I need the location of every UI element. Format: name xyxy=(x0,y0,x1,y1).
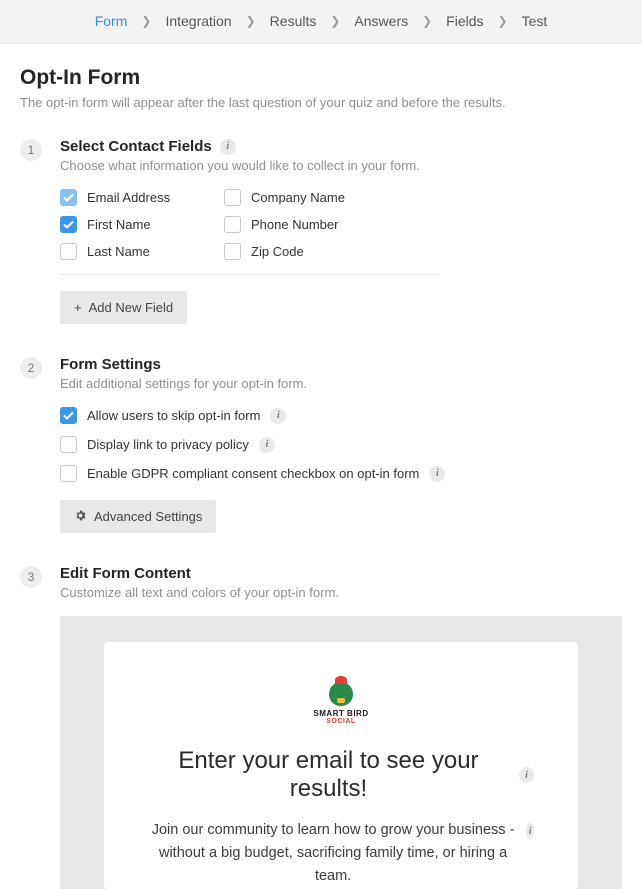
step-number: 2 xyxy=(20,357,42,379)
info-icon[interactable]: i xyxy=(526,823,534,839)
preview-subheading[interactable]: Join our community to learn how to grow … xyxy=(148,819,518,889)
logo-image xyxy=(329,682,353,706)
section-title: Select Contact Fields i xyxy=(60,138,622,155)
field-first-name[interactable]: First Name xyxy=(60,216,224,233)
field-email[interactable]: Email Address xyxy=(60,189,224,206)
chevron-right-icon: ❯ xyxy=(422,14,432,28)
nav-fields[interactable]: Fields xyxy=(446,13,483,29)
brand-logo: SMART BIRD SOCIAL xyxy=(148,682,534,725)
field-label: Company Name xyxy=(251,190,345,205)
button-label: Add New Field xyxy=(89,300,174,315)
form-preview: SMART BIRD SOCIAL Enter your email to se… xyxy=(60,616,622,889)
field-company[interactable]: Company Name xyxy=(224,189,388,206)
step-number: 3 xyxy=(20,566,42,588)
info-icon[interactable]: i xyxy=(270,408,286,424)
chevron-right-icon: ❯ xyxy=(498,14,508,28)
field-label: Email Address xyxy=(87,190,170,205)
section-form-settings: 2 Form Settings Edit additional settings… xyxy=(20,356,622,533)
chevron-right-icon: ❯ xyxy=(330,14,340,28)
logo-text: SMART BIRD xyxy=(313,709,368,718)
chevron-right-icon: ❯ xyxy=(141,14,151,28)
info-icon[interactable]: i xyxy=(429,466,445,482)
section-title-text: Edit Form Content xyxy=(60,565,191,582)
field-label: Last Name xyxy=(87,244,150,259)
plus-icon: + xyxy=(74,301,82,314)
divider xyxy=(60,274,440,275)
nav-form[interactable]: Form xyxy=(95,13,128,29)
checkbox[interactable] xyxy=(224,243,241,260)
section-title: Edit Form Content xyxy=(60,565,622,582)
preview-heading[interactable]: Enter your email to see your results! xyxy=(148,747,509,803)
checkbox[interactable] xyxy=(224,189,241,206)
field-label: Phone Number xyxy=(251,217,338,232)
gear-icon xyxy=(74,509,87,524)
section-desc: Choose what information you would like t… xyxy=(60,158,622,173)
page-title: Opt-In Form xyxy=(20,66,622,90)
field-last-name[interactable]: Last Name xyxy=(60,243,224,260)
checkbox[interactable] xyxy=(60,189,77,206)
advanced-settings-button[interactable]: Advanced Settings xyxy=(60,500,216,533)
section-title-text: Form Settings xyxy=(60,356,161,373)
checkbox[interactable] xyxy=(60,436,77,453)
field-zip[interactable]: Zip Code xyxy=(224,243,388,260)
option-label: Allow users to skip opt-in form xyxy=(87,408,260,423)
info-icon[interactable]: i xyxy=(220,139,236,155)
section-edit-content: 3 Edit Form Content Customize all text a… xyxy=(20,565,622,889)
section-title-text: Select Contact Fields xyxy=(60,138,212,155)
top-nav: Form ❯ Integration ❯ Results ❯ Answers ❯… xyxy=(0,0,642,44)
option-gdpr[interactable]: Enable GDPR compliant consent checkbox o… xyxy=(60,465,622,482)
option-privacy-link[interactable]: Display link to privacy policy i xyxy=(60,436,622,453)
info-icon[interactable]: i xyxy=(259,437,275,453)
checkbox[interactable] xyxy=(60,243,77,260)
preview-card: SMART BIRD SOCIAL Enter your email to se… xyxy=(104,642,578,889)
checkbox[interactable] xyxy=(60,465,77,482)
nav-results[interactable]: Results xyxy=(270,13,317,29)
field-label: Zip Code xyxy=(251,244,304,259)
option-allow-skip[interactable]: Allow users to skip opt-in form i xyxy=(60,407,622,424)
section-title: Form Settings xyxy=(60,356,622,373)
nav-integration[interactable]: Integration xyxy=(165,13,231,29)
step-number: 1 xyxy=(20,139,42,161)
page-desc: The opt-in form will appear after the la… xyxy=(20,95,622,110)
field-phone[interactable]: Phone Number xyxy=(224,216,388,233)
button-label: Advanced Settings xyxy=(94,509,202,524)
option-label: Display link to privacy policy xyxy=(87,437,249,452)
section-desc: Customize all text and colors of your op… xyxy=(60,585,622,600)
checkbox[interactable] xyxy=(60,407,77,424)
checkbox[interactable] xyxy=(60,216,77,233)
section-contact-fields: 1 Select Contact Fields i Choose what in… xyxy=(20,138,622,324)
logo-subtext: SOCIAL xyxy=(326,718,355,725)
nav-test[interactable]: Test xyxy=(522,13,548,29)
info-icon[interactable]: i xyxy=(519,767,534,783)
field-label: First Name xyxy=(87,217,151,232)
option-label: Enable GDPR compliant consent checkbox o… xyxy=(87,466,419,481)
add-new-field-button[interactable]: + Add New Field xyxy=(60,291,187,324)
section-desc: Edit additional settings for your opt-in… xyxy=(60,376,622,391)
checkbox[interactable] xyxy=(224,216,241,233)
chevron-right-icon: ❯ xyxy=(246,14,256,28)
nav-answers[interactable]: Answers xyxy=(354,13,408,29)
